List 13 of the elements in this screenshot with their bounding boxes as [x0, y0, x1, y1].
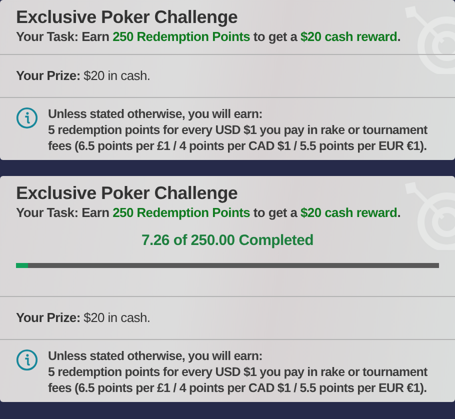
info-heading: Unless stated otherwise, you will earn: — [48, 348, 264, 364]
card-title: Exclusive Poker Challenge — [16, 182, 239, 204]
task-text: Your Task: Earn 250 Redemption Points to get a $20 cash reward. — [16, 204, 402, 222]
info-text: 5 redemption points for every USD $1 you pay in rake or tournament fees (6.5 points per £1 / 4 points per CAD $1 / 5.5 points per EUR €1). — [48, 364, 428, 396]
info-heading: Unless stated otherwise, you will earn: — [48, 106, 264, 122]
prize-text: Your Prize: $20 in cash. — [16, 310, 150, 324]
info-icon — [16, 107, 38, 129]
progress-label: 7.26 of 250.00 Completed — [140, 231, 315, 251]
info-text: 5 redemption points for every USD $1 you pay in rake or tournament fees (6.5 points per £1 / 4 points per CAD $1 / 5.5 points per EUR €1). — [48, 122, 428, 154]
card-title: Exclusive Poker Challenge — [16, 6, 239, 28]
task-text: Your Task: Earn 250 Redemption Points to get a $20 cash reward. — [16, 28, 402, 46]
prize-text: Your Prize: $20 in cash. — [16, 68, 150, 83]
info-icon — [16, 348, 38, 370]
